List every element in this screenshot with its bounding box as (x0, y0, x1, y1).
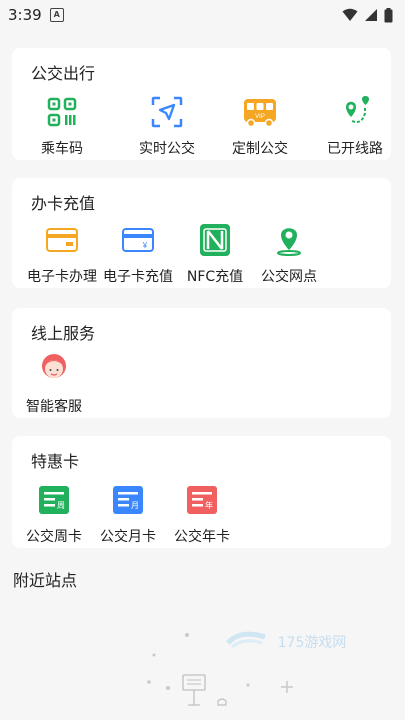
svg-text:¥: ¥ (142, 241, 148, 250)
status-time: 3:39 (8, 6, 42, 24)
notification-icon: A (49, 8, 64, 22)
customer-service-icon (36, 352, 72, 388)
card-blue-icon: ¥ (120, 222, 156, 258)
realtime-bus-button[interactable]: 实时公交 (139, 94, 195, 158)
ecard-apply-label: 电子卡办理 (27, 269, 97, 285)
wifi-icon (342, 8, 358, 21)
opened-lines-label: 已开线路 (327, 141, 383, 157)
monthly-card-icon: 月 (110, 482, 146, 518)
weekly-card-icon: 周 (36, 482, 72, 518)
smart-service-label: 智能客服 (26, 399, 82, 415)
route-pin-icon (337, 94, 373, 130)
monthly-card-label: 公交月卡 (100, 529, 156, 545)
nearby-stations-title: 附近站点 (13, 571, 78, 590)
yearly-card-icon: 年 (184, 482, 220, 518)
signal-icon (365, 9, 377, 21)
bus-travel-title: 公交出行 (31, 64, 96, 83)
smart-service-button[interactable]: 智能客服 (24, 352, 84, 416)
weekly-card-label: 公交周卡 (26, 529, 82, 545)
card-recharge-title: 办卡充值 (31, 194, 96, 213)
nfc-icon (197, 222, 233, 258)
status-bar: 3:39 A (0, 0, 405, 30)
battery-icon (384, 7, 393, 22)
special-cards-title: 特惠卡 (31, 452, 80, 471)
weekly-card-button[interactable]: 周 公交周卡 (24, 482, 84, 546)
realtime-bus-label: 实时公交 (139, 141, 195, 157)
yearly-badge: 年 (205, 500, 213, 510)
yearly-card-button[interactable]: 年 公交年卡 (172, 482, 232, 546)
ride-code-button[interactable]: 乘车码 (41, 94, 83, 158)
ecard-recharge-button[interactable]: ¥ 电子卡充值 (98, 222, 178, 286)
nfc-recharge-label: NFC充值 (186, 269, 244, 285)
custom-bus-label: 定制公交 (232, 141, 288, 157)
ecard-apply-button[interactable]: 电子卡办理 (22, 222, 102, 286)
monthly-card-button[interactable]: 月 公交月卡 (98, 482, 158, 546)
nfc-recharge-button[interactable]: NFC充值 (175, 222, 255, 286)
bus-travel-card: 公交出行 乘车码 实时公交 VIP 定制公交 已开线路 (12, 48, 391, 160)
online-service-card: 线上服务 智能客服 (12, 308, 391, 418)
monthly-badge: 月 (131, 501, 139, 510)
yearly-card-label: 公交年卡 (174, 529, 230, 545)
location-pin-icon (271, 222, 307, 258)
watermark-text: 175游戏网 (278, 635, 347, 651)
bus-icon: VIP (242, 94, 278, 130)
card-orange-icon (44, 222, 80, 258)
ride-code-label: 乘车码 (41, 141, 83, 157)
online-service-title: 线上服务 (31, 324, 96, 343)
qr-code-icon (44, 94, 80, 130)
card-recharge-card: 办卡充值 电子卡办理 ¥ 电子卡充值 NFC充值 公交网点 (12, 178, 391, 288)
bus-outlets-button[interactable]: 公交网点 (249, 222, 329, 286)
special-cards-card: 特惠卡 周 公交周卡 月 公交月卡 年 公交年卡 (12, 436, 391, 548)
empty-state-illustration: 175游戏网 (147, 631, 347, 706)
svg-text:VIP: VIP (255, 114, 265, 120)
weekly-badge: 周 (57, 501, 65, 510)
ecard-recharge-label: 电子卡充值 (103, 269, 173, 285)
bus-outlets-label: 公交网点 (261, 269, 317, 285)
opened-lines-button[interactable]: 已开线路 (327, 94, 383, 158)
custom-bus-button[interactable]: VIP 定制公交 (232, 94, 288, 158)
navigation-icon (149, 94, 185, 130)
